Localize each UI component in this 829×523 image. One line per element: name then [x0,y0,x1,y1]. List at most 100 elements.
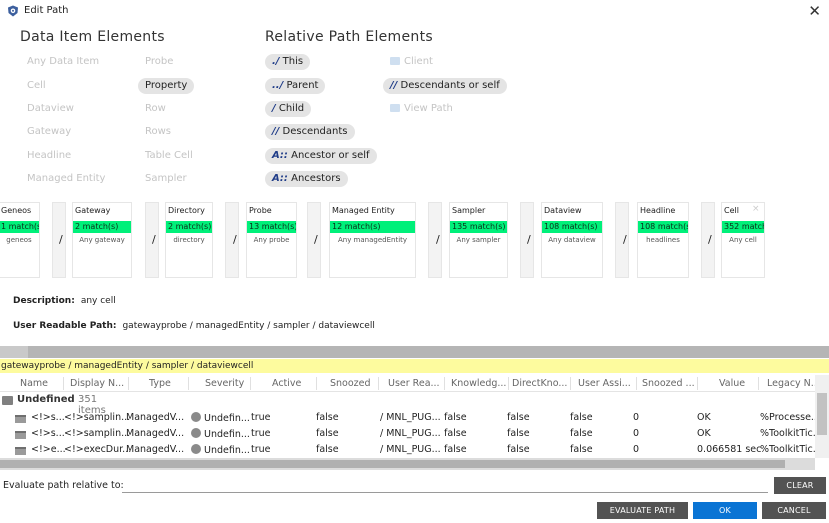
segment-value: Any dataview [548,236,596,244]
cell-active: true [251,412,271,423]
path-segment-gateway[interactable]: Gateway 2 match(s) Any gateway [72,202,132,278]
description-label: Description: [13,296,75,306]
segment-label: Sampler [452,206,486,215]
column-header-snoozed-2[interactable]: Snoozed ... [642,378,695,389]
column-header-user-readable[interactable]: User Rea... [388,378,440,389]
close-icon[interactable]: ✕ [808,2,821,20]
segment-label: Headline [640,206,676,215]
cell-display-name: <!>samplin... [64,428,131,439]
segment-value: directory [173,236,205,244]
path-segment-directory[interactable]: Directory 2 match(s) directory [165,202,213,278]
chip-child[interactable]: / Child [265,101,312,117]
column-header-display-name[interactable]: Display N... [70,378,124,389]
chip-sampler[interactable]: Sampler [138,171,194,187]
cell-knowledge: false [444,428,467,439]
cell-snoozed: false [316,412,339,423]
description-row: Description: any cell [13,296,116,306]
cell-severity: Undefin... [191,412,250,424]
segment-value: Any sampler [456,236,501,244]
column-header-knowledge[interactable]: Knowledg... [451,378,506,389]
cell-name: <!>e... [31,444,66,455]
chip-view-path[interactable]: View Path [383,101,460,117]
table-row[interactable]: <!>s... <!>samplin... ManagedV... Undefi… [0,411,820,426]
chip-this[interactable]: ./ This [265,54,311,70]
column-header-legacy-name[interactable]: Legacy N... [767,378,820,389]
ok-button[interactable]: OK [693,502,757,519]
column-header-name[interactable]: Name [20,378,48,389]
chip-prefix: A:: [272,173,288,184]
path-segment-probe[interactable]: Probe 13 match(s) Any probe [246,202,297,278]
chip-prefix: ./ [272,56,280,67]
cell-legacy-name: %ToolkitTic... [760,444,822,455]
column-header-severity[interactable]: Severity [205,378,244,389]
path-segment-headline[interactable]: Headline 108 match(s) headlines [637,202,689,278]
horizontal-scrollbar-thumb[interactable] [0,460,785,468]
chip-gateway[interactable]: Gateway [20,124,78,140]
chip-prefix: // [272,126,280,137]
cell-legacy-name: %Processe... [760,412,820,423]
chip-table-cell[interactable]: Table Cell [138,148,200,164]
column-header-type[interactable]: Type [149,378,171,389]
cell-snoozed: false [316,444,339,455]
path-segment-sampler[interactable]: Sampler 135 match(s) Any sampler [449,202,508,278]
vertical-scrollbar-thumb[interactable] [817,393,827,435]
chip-client[interactable]: Client [383,54,440,70]
cell-direct-knowledge: false [507,412,530,423]
chip-parent[interactable]: ../ Parent [265,78,326,94]
evaluate-path-button[interactable]: EVALUATE PATH [597,502,688,519]
column-header-direct-knowledge[interactable]: DirectKno... [512,378,567,389]
vertical-scrollbar[interactable] [815,375,829,458]
chip-label: Client [404,56,433,67]
cell-user-readable: / MNL_PUG... [380,412,441,423]
segment-value: Any cell [729,236,757,244]
chip-row[interactable]: Row [138,101,173,117]
cell-value: OK [697,428,711,439]
description-value: any cell [80,296,116,306]
chip-dataview[interactable]: Dataview [20,101,81,117]
horizontal-scrollbar[interactable] [0,458,815,470]
path-separator: / [152,233,156,246]
path-segment-geneos[interactable]: Geneos 1 match(s) geneos [0,202,40,278]
user-readable-path-row: User Readable Path: gatewayprobe / manage… [13,321,375,331]
cell-active: true [251,444,271,455]
chip-property[interactable]: Property [138,78,195,94]
chip-cell[interactable]: Cell [20,78,53,94]
cell-snoozed-2: 0 [633,428,640,439]
segment-label: Managed Entity [332,206,395,215]
segment-close-icon[interactable]: × [752,204,760,214]
cancel-button[interactable]: CANCEL [762,502,826,519]
path-segment-managed-entity[interactable]: Managed Entity 12 match(s) Any managedEn… [329,202,416,278]
path-separator: / [59,233,63,246]
chip-descendants-or-self[interactable]: // Descendants or self [383,78,507,94]
folder-icon [390,104,400,112]
cell-snoozed-2: 0 [633,444,640,455]
table-row[interactable]: <!>s... <!>samplin... ManagedV... Undefi… [0,427,822,442]
chip-any-data-item[interactable]: Any Data Item [20,54,106,70]
table-row[interactable]: <!>e... <!>execDur... ManagedV... Undefi… [0,443,822,458]
path-segment-dataview[interactable]: Dataview 108 match(s) Any dataview [541,202,603,278]
chip-ancestors[interactable]: A:: Ancestors [265,171,348,187]
path-segment-cell[interactable]: Cell × 352 match(s) Any cell [721,202,765,278]
evaluate-path-input[interactable] [122,477,768,493]
chip-ancestor-or-self[interactable]: A:: Ancestor or self [265,148,377,164]
clear-button[interactable]: CLEAR [774,477,826,494]
column-header-value[interactable]: Value [719,378,745,389]
chip-rows[interactable]: Rows [138,124,178,140]
chip-headline[interactable]: Headline [20,148,78,164]
segment-match-count: 2 match(s) [166,221,212,233]
folder-icon [390,57,400,65]
chip-label: Ancestors [291,173,341,184]
column-header-user-assigned[interactable]: User Assi... [578,378,631,389]
chip-descendants[interactable]: // Descendants [265,124,355,140]
segment-match-count: 108 match(s) [638,221,688,233]
column-header-snoozed[interactable]: Snoozed [330,378,371,389]
user-readable-path-value: gatewayprobe / managedEntity / sampler /… [122,321,375,331]
path-separator: / [436,233,440,246]
chip-managed-entity[interactable]: Managed Entity [20,171,112,187]
cell-name: <!>s... [31,428,65,439]
column-header-active[interactable]: Active [272,378,301,389]
segment-value: Any managedEntity [337,236,408,244]
chip-prefix: ../ [272,80,284,91]
segment-label: Gateway [75,206,111,215]
chip-probe[interactable]: Probe [138,54,180,70]
